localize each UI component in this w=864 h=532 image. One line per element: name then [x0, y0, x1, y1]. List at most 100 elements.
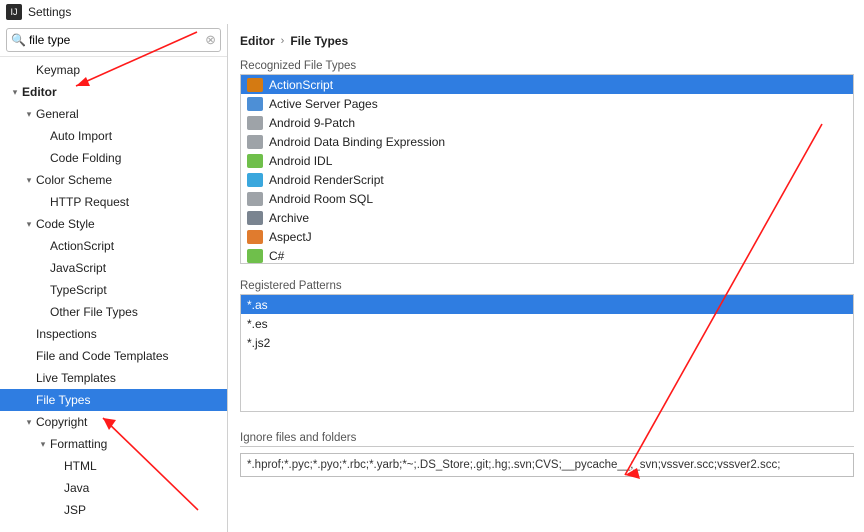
tree-item-label: Other File Types: [50, 305, 138, 319]
tree-item[interactable]: Keymap: [0, 59, 227, 81]
pattern-row[interactable]: *.es: [241, 314, 853, 333]
filetype-icon: [247, 173, 263, 187]
tree-item[interactable]: JavaScript: [0, 257, 227, 279]
recognized-list[interactable]: ActionScript Active Server Pages Android 9…: [240, 74, 854, 264]
filetype-label: ActionScript: [269, 78, 333, 92]
pattern-label: *.as: [247, 298, 268, 312]
tree-item-label: Java: [64, 481, 89, 495]
pattern-row[interactable]: *.js2: [241, 333, 853, 352]
tree-item[interactable]: TypeScript: [0, 279, 227, 301]
breadcrumb: Editor › File Types: [240, 30, 854, 58]
filetype-label: Android 9-Patch: [269, 116, 355, 130]
search-row: 🔍 ⊗: [0, 24, 227, 57]
filetype-row[interactable]: Android Data Binding Expression: [241, 132, 853, 151]
filetype-icon: [247, 230, 263, 244]
tree-item[interactable]: ▾Code Style: [0, 213, 227, 235]
ignore-head: Ignore files and folders: [240, 432, 854, 447]
filetype-row[interactable]: Archive: [241, 208, 853, 227]
tree-item-label: Code Style: [36, 217, 95, 231]
tree-item[interactable]: File Types: [0, 389, 227, 411]
window-title: Settings: [28, 5, 71, 19]
clear-icon[interactable]: ⊗: [205, 32, 216, 48]
filetype-row[interactable]: Android 9-Patch: [241, 113, 853, 132]
tree-item[interactable]: HTML: [0, 455, 227, 477]
pattern-row[interactable]: *.as: [241, 295, 853, 314]
tree-item[interactable]: Live Templates: [0, 367, 227, 389]
tree-item-label: JavaScript: [50, 261, 106, 275]
content-pane: Editor › File Types Recognized File Type…: [228, 24, 864, 532]
tree-item[interactable]: ▾General: [0, 103, 227, 125]
filetype-row[interactable]: Android RenderScript: [241, 170, 853, 189]
tree-item[interactable]: Java: [0, 477, 227, 499]
tree-item[interactable]: Other File Types: [0, 301, 227, 323]
tree-item[interactable]: ▾Copyright: [0, 411, 227, 433]
chevron-down-icon: ▾: [24, 109, 34, 120]
filetype-label: AspectJ: [269, 230, 312, 244]
tree-item-label: HTML: [64, 459, 97, 473]
tree-item-label: Code Folding: [50, 151, 121, 165]
tree-item[interactable]: JSP: [0, 499, 227, 521]
ignore-input[interactable]: [240, 453, 854, 477]
tree-item[interactable]: ▾Color Scheme: [0, 169, 227, 191]
filetype-row[interactable]: ActionScript: [241, 75, 853, 94]
tree-item[interactable]: ▾Editor: [0, 81, 227, 103]
tree-item[interactable]: Code Folding: [0, 147, 227, 169]
tree-item[interactable]: Auto Import: [0, 125, 227, 147]
search-box[interactable]: 🔍 ⊗: [6, 28, 221, 52]
filetype-row[interactable]: Android Room SQL: [241, 189, 853, 208]
tree-item-label: HTTP Request: [50, 195, 129, 209]
tree-item[interactable]: File and Code Templates: [0, 345, 227, 367]
chevron-down-icon: ▾: [24, 175, 34, 186]
chevron-down-icon: ▾: [38, 439, 48, 450]
filetype-row[interactable]: Android IDL: [241, 151, 853, 170]
breadcrumb-leaf: File Types: [290, 34, 348, 48]
filetype-icon: [247, 135, 263, 149]
tree-item[interactable]: ▾Formatting: [0, 433, 227, 455]
filetype-label: Android IDL: [269, 154, 332, 168]
pattern-label: *.es: [247, 317, 268, 331]
app-icon: IJ: [6, 4, 22, 20]
filetype-icon: [247, 249, 263, 263]
patterns-list[interactable]: *.as *.es *.js2: [240, 294, 854, 412]
filetype-label: Android Data Binding Expression: [269, 135, 445, 149]
tree-item-label: File and Code Templates: [36, 349, 169, 363]
chevron-right-icon: ›: [281, 35, 285, 47]
tree-item-label: Formatting: [50, 437, 107, 451]
tree-item[interactable]: ActionScript: [0, 235, 227, 257]
filetype-label: Android Room SQL: [269, 192, 373, 206]
settings-tree[interactable]: Keymap▾Editor▾GeneralAuto ImportCode Fol…: [0, 57, 227, 532]
tree-item-label: ActionScript: [50, 239, 114, 253]
tree-item[interactable]: Inspections: [0, 323, 227, 345]
search-input[interactable]: [29, 33, 205, 47]
tree-item-label: File Types: [36, 393, 90, 407]
breadcrumb-root[interactable]: Editor: [240, 34, 275, 48]
tree-item-label: Live Templates: [36, 371, 116, 385]
chevron-down-icon: ▾: [24, 417, 34, 428]
tree-item-label: General: [36, 107, 79, 121]
filetype-label: C#: [269, 249, 284, 263]
sidebar: 🔍 ⊗ Keymap▾Editor▾GeneralAuto ImportCode…: [0, 24, 228, 532]
titlebar: IJ Settings: [0, 0, 864, 24]
tree-item-label: Editor: [22, 85, 57, 99]
tree-item-label: Inspections: [36, 327, 97, 341]
tree-item-label: Keymap: [36, 63, 80, 77]
filetype-row[interactable]: C#: [241, 246, 853, 264]
filetype-label: Active Server Pages: [269, 97, 378, 111]
tree-item-label: JSP: [64, 503, 86, 517]
filetype-row[interactable]: AspectJ: [241, 227, 853, 246]
tree-item[interactable]: HTTP Request: [0, 191, 227, 213]
filetype-icon: [247, 78, 263, 92]
filetype-icon: [247, 211, 263, 225]
tree-item-label: Color Scheme: [36, 173, 112, 187]
filetype-icon: [247, 116, 263, 130]
tree-item-label: TypeScript: [50, 283, 107, 297]
filetype-row[interactable]: Active Server Pages: [241, 94, 853, 113]
search-icon: 🔍: [11, 33, 26, 47]
pattern-label: *.js2: [247, 336, 270, 350]
filetype-label: Archive: [269, 211, 309, 225]
filetype-label: Android RenderScript: [269, 173, 384, 187]
patterns-head: Registered Patterns: [240, 280, 854, 292]
filetype-icon: [247, 154, 263, 168]
chevron-down-icon: ▾: [24, 219, 34, 230]
filetype-icon: [247, 97, 263, 111]
